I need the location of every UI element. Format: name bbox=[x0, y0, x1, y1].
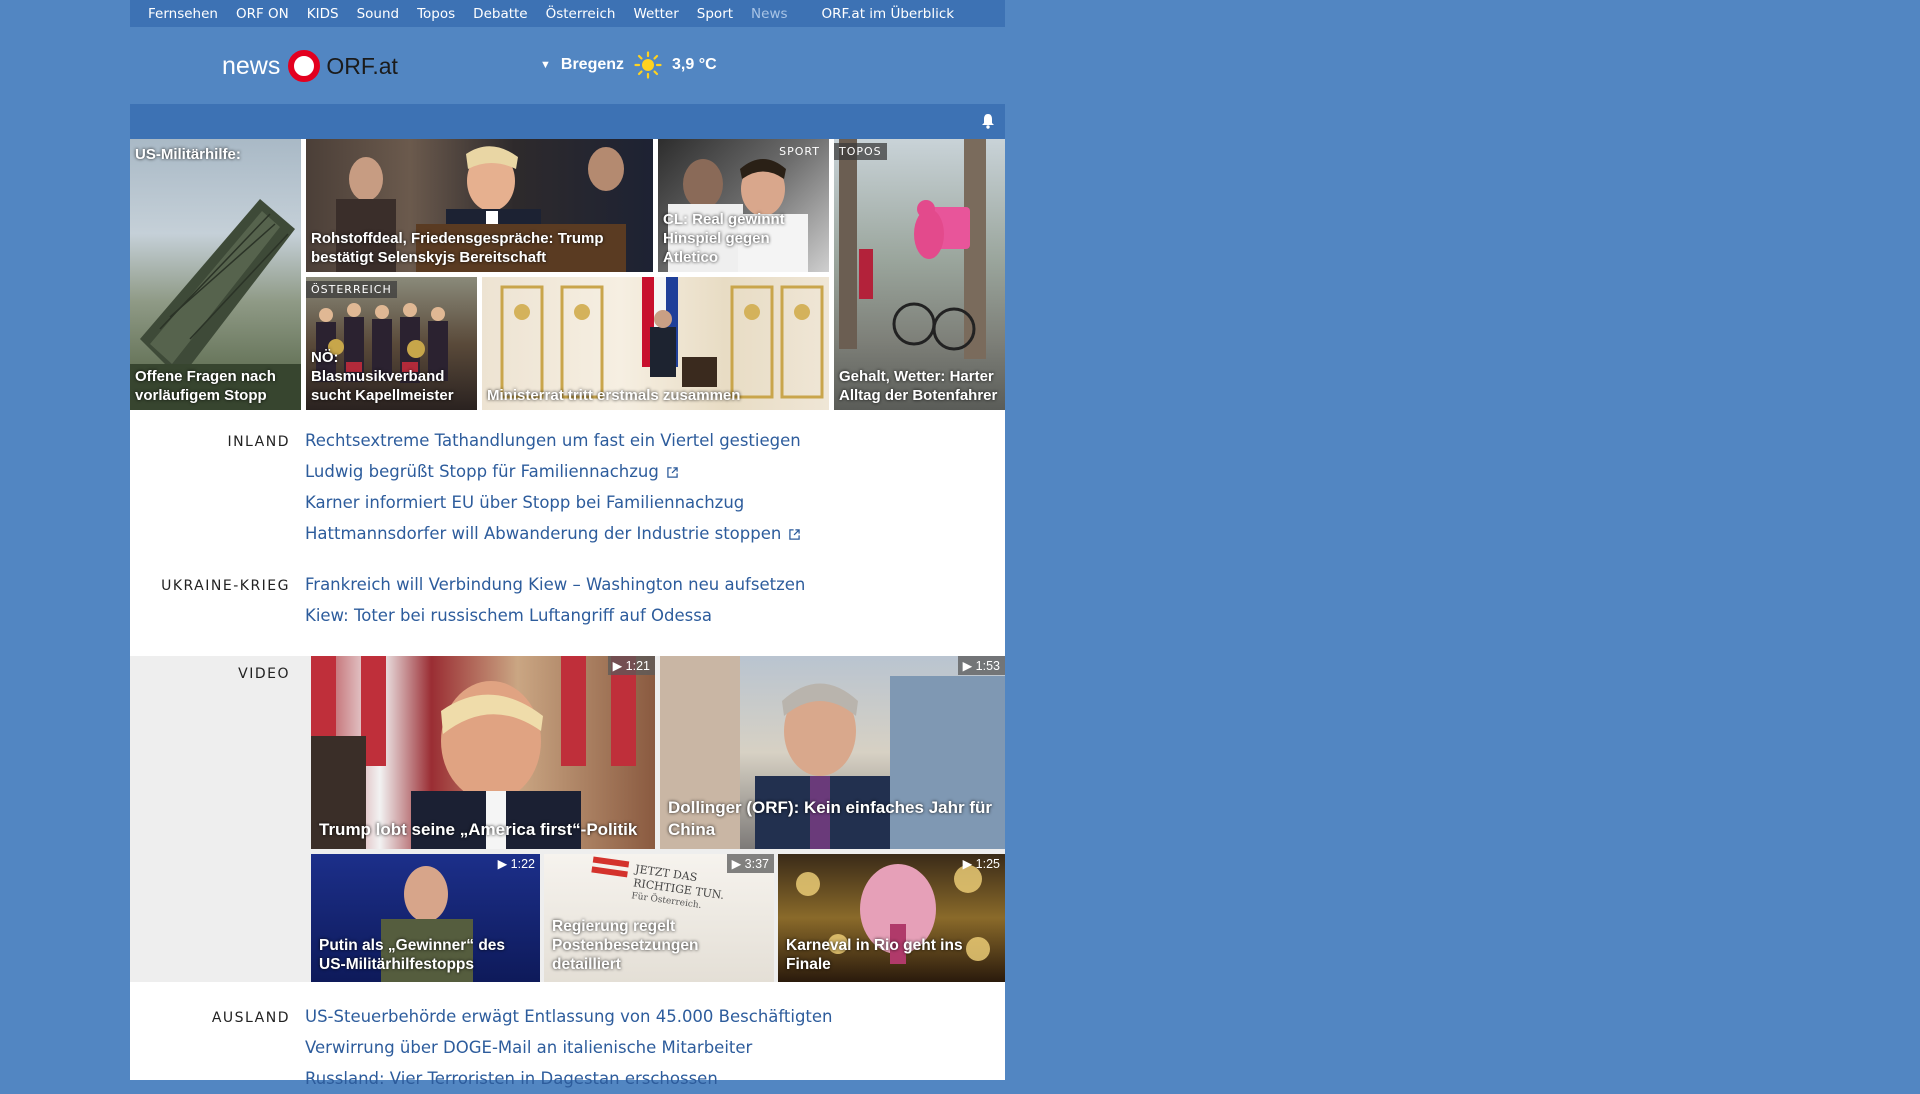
tile-caption: NÖ: Blasmusikverband sucht Kapellmeister bbox=[311, 349, 454, 404]
weather-temperature: 3,9 °C bbox=[672, 56, 717, 73]
news-link[interactable]: Ludwig begrüßt Stopp für Familiennachzug bbox=[305, 456, 801, 487]
tile-caption: Trump lobt seine „America first“-Politik bbox=[319, 820, 638, 839]
ausland-links: US-Steuerbehörde erwägt Entlassung von 4… bbox=[305, 1001, 833, 1094]
story-tile-sport[interactable]: SPORT CL: Real gewinnt Hinspiel gegen At… bbox=[658, 139, 829, 272]
nav-kids[interactable]: KIDS bbox=[307, 6, 339, 22]
nav-orf-on[interactable]: ORF ON bbox=[236, 6, 289, 22]
section-label-ukraine: UKRAINE-KRIEG bbox=[161, 578, 290, 594]
external-link-icon bbox=[789, 529, 801, 540]
news-orf-logo[interactable]: news ORF.at bbox=[222, 46, 398, 86]
news-link[interactable]: Frankreich will Verbindung Kiew – Washin… bbox=[305, 569, 805, 600]
tile-caption: CL: Real gewinnt Hinspiel gegen Atletico bbox=[663, 211, 785, 266]
section-label-video: VIDEO bbox=[238, 666, 290, 682]
logo-orf-text: ORF.at bbox=[326, 52, 398, 79]
story-tile-military-aid[interactable]: US-Militärhilfe: Offene Fragen nach vorl… bbox=[130, 139, 301, 410]
video-duration: ▶ 1:25 bbox=[962, 857, 1000, 871]
link-text: Rechtsextreme Tathandlungen um fast ein … bbox=[305, 431, 801, 450]
story-tile-topos[interactable]: TOPOS Gehalt, Wetter: Harter Alltag der … bbox=[834, 139, 1005, 410]
tile-caption: Putin als „Gewinner“ des US-Militärhilfe… bbox=[319, 937, 506, 973]
duration-text: 1:21 bbox=[625, 659, 650, 673]
external-link-icon bbox=[667, 467, 678, 478]
story-tile-oesterreich[interactable]: ÖSTERREICH NÖ: Blasmusikverband sucht Ka… bbox=[306, 277, 477, 410]
duration-text: 1:22 bbox=[510, 857, 535, 871]
section-label-ausland: AUSLAND bbox=[211, 1010, 290, 1026]
tile-caption: Rohstoffdeal, Friedensgespräche: Trump b… bbox=[311, 230, 604, 266]
news-link[interactable]: Rechtsextreme Tathandlungen um fast ein … bbox=[305, 425, 801, 456]
link-text: Frankreich will Verbindung Kiew – Washin… bbox=[305, 575, 806, 594]
duration-text: 3:37 bbox=[744, 857, 769, 871]
link-text: Hattmannsdorfer will Abwanderung der Ind… bbox=[305, 524, 782, 543]
news-link[interactable]: Kiew: Toter bei russischem Luftangriff a… bbox=[305, 600, 805, 631]
nav-overview[interactable]: ORF.at im Überblick bbox=[822, 6, 955, 22]
story-tile-trump[interactable]: Rohstoffdeal, Friedensgespräche: Trump b… bbox=[306, 139, 653, 272]
news-link[interactable]: Karner informiert EU über Stopp bei Fami… bbox=[305, 487, 801, 518]
link-text: Verwirrung über DOGE-Mail an italienisch… bbox=[305, 1038, 753, 1057]
news-link[interactable]: Russland: Vier Terroristen in Dagestan e… bbox=[305, 1063, 833, 1094]
category-tag: ÖSTERREICH bbox=[306, 281, 397, 298]
nav-topos[interactable]: Topos bbox=[417, 6, 455, 22]
category-tag: TOPOS bbox=[834, 143, 887, 160]
top-navigation: Fernsehen ORF ON KIDS Sound Topos Debatt… bbox=[130, 0, 1005, 27]
nav-debatte[interactable]: Debatte bbox=[473, 6, 527, 22]
nav-news[interactable]: News bbox=[751, 6, 787, 22]
section-label-inland: INLAND bbox=[227, 434, 290, 450]
nav-wetter[interactable]: Wetter bbox=[633, 6, 678, 22]
panel-header-bar bbox=[130, 104, 1005, 139]
inland-links: Rechtsextreme Tathandlungen um fast ein … bbox=[305, 425, 801, 549]
video-duration: ▶ 1:53 bbox=[957, 656, 1005, 675]
video-tile-putin[interactable]: ▶ 1:22 Putin als „Gewinner“ des US-Milit… bbox=[311, 854, 540, 982]
news-link[interactable]: US-Steuerbehörde erwägt Entlassung von 4… bbox=[305, 1001, 833, 1032]
tile-caption: Offene Fragen nach vorläufigem Stopp bbox=[135, 368, 276, 404]
dropdown-triangle-icon: ▼ bbox=[540, 59, 551, 71]
link-text: Ludwig begrüßt Stopp für Familiennachzug bbox=[305, 462, 659, 481]
video-duration: ▶ 1:21 bbox=[607, 656, 655, 675]
tile-caption: Ministerrat tritt erstmals zusammen bbox=[487, 387, 741, 404]
weather-widget[interactable]: ▼ Bregenz 3,9 °C bbox=[540, 50, 717, 80]
link-text: US-Steuerbehörde erwägt Entlassung von 4… bbox=[305, 1007, 833, 1026]
video-tile-trump[interactable]: ▶ 1:21 Trump lobt seine „America first“-… bbox=[311, 656, 655, 849]
news-link[interactable]: Verwirrung über DOGE-Mail an italienisch… bbox=[305, 1032, 833, 1063]
video-duration: ▶ 3:37 bbox=[726, 854, 774, 873]
nav-oesterreich[interactable]: Österreich bbox=[546, 6, 616, 22]
tile-caption: Karneval in Rio geht ins Finale bbox=[786, 937, 963, 973]
link-text: Russland: Vier Terroristen in Dagestan e… bbox=[305, 1069, 718, 1088]
news-link[interactable]: Hattmannsdorfer will Abwanderung der Ind… bbox=[305, 518, 801, 549]
nav-sound[interactable]: Sound bbox=[357, 6, 400, 22]
logo-news-text: news bbox=[222, 51, 281, 80]
video-section: VIDEO ▶ 1:21 Trump lobt seine „America f… bbox=[130, 656, 1005, 982]
video-tile-dollinger[interactable]: ▶ 1:53 Dollinger (ORF): Kein einfaches J… bbox=[660, 656, 1005, 849]
ukraine-links: Frankreich will Verbindung Kiew – Washin… bbox=[305, 569, 805, 631]
duration-text: 1:25 bbox=[975, 857, 1000, 871]
nav-fernsehen[interactable]: Fernsehen bbox=[148, 6, 218, 22]
nav-sport[interactable]: Sport bbox=[697, 6, 733, 22]
tile-caption: Regierung regelt Postenbesetzungen detai… bbox=[552, 918, 699, 973]
tile-caption: Dollinger (ORF): Kein einfaches Jahr für… bbox=[668, 798, 992, 839]
orf-ring-icon bbox=[288, 50, 321, 82]
duration-text: 1:53 bbox=[975, 659, 1000, 673]
tile-caption: Gehalt, Wetter: Harter Alltag der Botenf… bbox=[839, 368, 998, 404]
video-duration: ▶ 1:22 bbox=[497, 857, 535, 871]
link-text: Kiew: Toter bei russischem Luftangriff a… bbox=[305, 606, 712, 625]
story-tile-ministerrat[interactable]: Ministerrat tritt erstmals zusammen bbox=[482, 277, 829, 410]
link-text: Karner informiert EU über Stopp bei Fami… bbox=[305, 493, 745, 512]
bell-icon[interactable] bbox=[981, 113, 995, 129]
sun-icon bbox=[634, 51, 662, 79]
tile-topline: US-Militärhilfe: bbox=[135, 146, 241, 163]
category-tag: SPORT bbox=[779, 145, 820, 158]
video-tile-karneval[interactable]: ▶ 1:25 Karneval in Rio geht ins Finale bbox=[778, 854, 1005, 982]
main-panel: US-Militärhilfe: Offene Fragen nach vorl… bbox=[130, 104, 1005, 1088]
weather-location: Bregenz bbox=[560, 56, 625, 73]
video-tile-regierung[interactable]: JETZT DAS RICHTIGE TUN. Für Österreich. … bbox=[544, 854, 774, 982]
